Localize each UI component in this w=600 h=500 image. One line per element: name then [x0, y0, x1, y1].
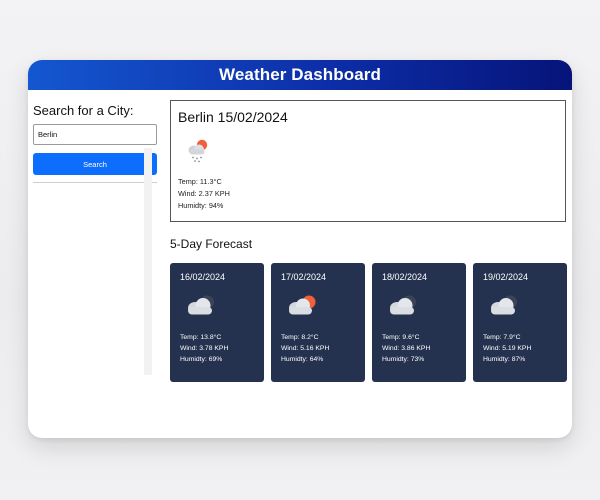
forecast-humidity: Humidty: 64%	[281, 356, 324, 363]
search-heading: Search for a City:	[33, 103, 134, 118]
search-sidebar: Search for a City: Search	[33, 100, 157, 435]
forecast-date: 16/02/2024	[180, 272, 226, 282]
forecast-date: 18/02/2024	[382, 272, 428, 282]
forecast-stats: Temp: 9.6°C Wind: 3.86 KPH Humidty: 73%	[382, 332, 430, 365]
forecast-temp: Temp: 13.8°C	[180, 334, 222, 341]
forecast-stats: Temp: 7.9°C Wind: 5.19 KPH Humidty: 87%	[483, 332, 531, 365]
forecast-card: 17/02/2024 Temp: 8.2°C Wind: 5.16 KPH Hu…	[271, 263, 365, 382]
city-search-input[interactable]	[33, 124, 157, 145]
app-window: Weather Dashboard Search for a City: Sea…	[28, 60, 572, 438]
current-stats: Temp: 11.3°C Wind: 2.37 KPH Humidty: 94%	[178, 176, 230, 212]
forecast-wind: Wind: 5.16 KPH	[281, 345, 330, 352]
forecast-date: 17/02/2024	[281, 272, 327, 282]
cloud-icon	[487, 293, 523, 324]
forecast-card: 16/02/2024 Temp: 13.8°C Wind: 3.78 KPH H…	[170, 263, 264, 382]
forecast-wind: Wind: 3.78 KPH	[180, 345, 229, 352]
forecast-temp: Temp: 9.6°C	[382, 334, 420, 341]
forecast-humidity: Humidty: 73%	[382, 356, 425, 363]
current-weather-panel: Berlin 15/02/2024 Temp: 11.3°C Wind: 2.3…	[170, 100, 566, 222]
current-wind: Wind: 2.37 KPH	[178, 189, 230, 198]
current-humidity: Humidty: 94%	[178, 201, 224, 210]
forecast-wind: Wind: 3.86 KPH	[382, 345, 431, 352]
forecast-temp: Temp: 8.2°C	[281, 334, 319, 341]
forecast-temp: Temp: 7.9°C	[483, 334, 521, 341]
forecast-date: 19/02/2024	[483, 272, 529, 282]
sidebar-divider	[33, 182, 157, 183]
cloud-icon	[184, 293, 220, 324]
forecast-stats: Temp: 13.8°C Wind: 3.78 KPH Humidty: 69%	[180, 332, 228, 365]
search-button[interactable]: Search	[33, 153, 157, 175]
forecast-stats: Temp: 8.2°C Wind: 5.16 KPH Humidty: 64%	[281, 332, 329, 365]
cloud-icon	[386, 293, 422, 324]
forecast-cards: 16/02/2024 Temp: 13.8°C Wind: 3.78 KPH H…	[170, 263, 567, 382]
forecast-humidity: Humidty: 69%	[180, 356, 223, 363]
current-city-date: Berlin 15/02/2024	[178, 109, 288, 125]
forecast-wind: Wind: 5.19 KPH	[483, 345, 532, 352]
app-header: Weather Dashboard	[28, 60, 572, 90]
rain-cloud-sun-icon	[185, 137, 211, 168]
search-history-scrollbar[interactable]	[144, 148, 152, 375]
forecast-humidity: Humidty: 87%	[483, 356, 526, 363]
current-temp: Temp: 11.3°C	[178, 177, 222, 186]
cloud-sun-icon	[285, 293, 321, 324]
forecast-heading: 5-Day Forecast	[170, 237, 253, 251]
page-title: Weather Dashboard	[219, 65, 381, 84]
forecast-card: 18/02/2024 Temp: 9.6°C Wind: 3.86 KPH Hu…	[372, 263, 466, 382]
forecast-card: 19/02/2024 Temp: 7.9°C Wind: 5.19 KPH Hu…	[473, 263, 567, 382]
